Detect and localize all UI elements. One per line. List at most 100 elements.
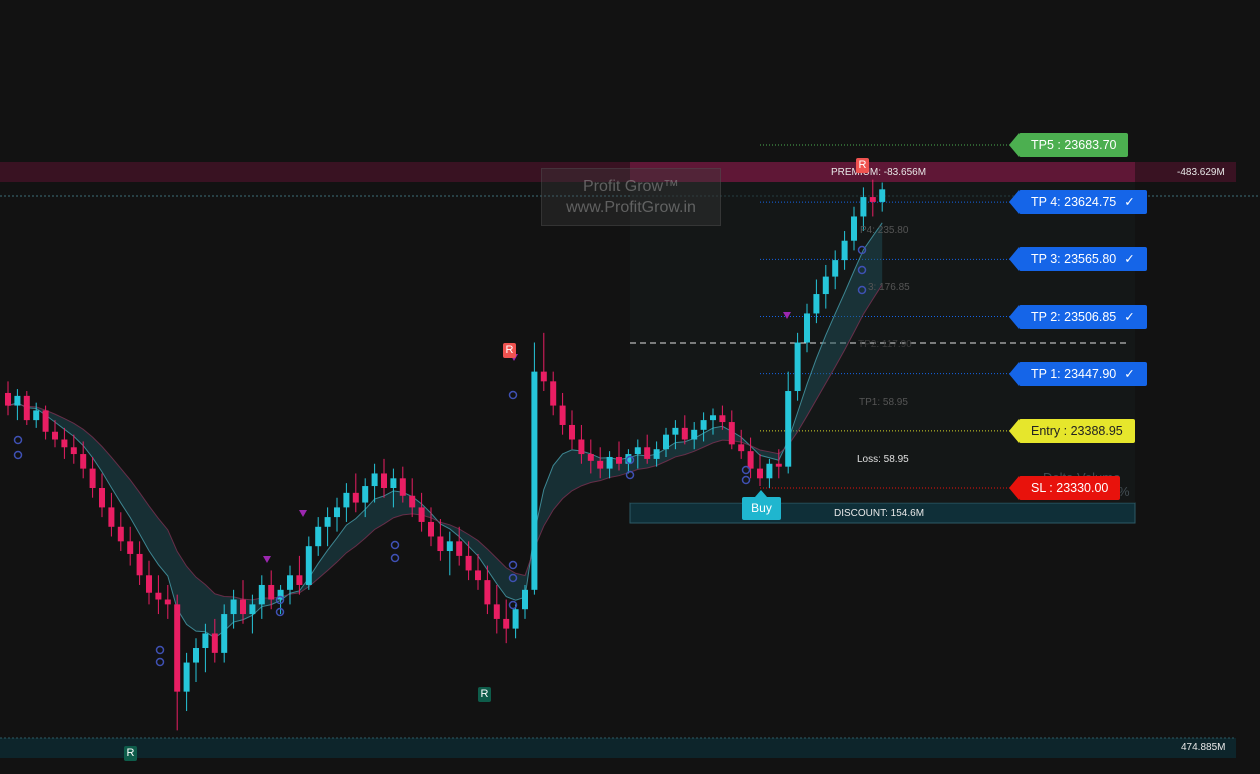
candle-body: [540, 371, 547, 382]
candle-body: [52, 431, 58, 440]
candle-body: [851, 216, 857, 241]
candle-body: [869, 197, 876, 202]
tp3-label[interactable]: TP 3: 23565.80 ✓: [1009, 247, 1147, 271]
candle-body: [559, 405, 566, 425]
tp4-label[interactable]: TP 4: 23624.75 ✓: [1009, 190, 1147, 214]
watermark: Profit Grow™ www.ProfitGrow.in: [541, 168, 721, 226]
candle-body: [587, 454, 594, 461]
entry-text: Entry : 23388.95: [1031, 424, 1123, 438]
candle-body: [193, 648, 199, 663]
buy-signal[interactable]: Buy: [742, 490, 781, 520]
candle-body: [672, 427, 679, 435]
signal-circle: [155, 645, 165, 655]
tp2-text: TP 2: 23506.85: [1031, 310, 1117, 324]
candle-body: [456, 541, 463, 556]
candle-body: [42, 410, 49, 432]
candle-body: [117, 526, 124, 542]
candle-body: [728, 422, 735, 445]
candle-body: [5, 392, 11, 406]
signal-circle: [390, 540, 400, 550]
candle-body: [80, 454, 87, 469]
candle-body: [757, 468, 763, 479]
premium-zone-label: PREMIUM: -83.656M: [831, 167, 927, 178]
candle-body: [465, 555, 472, 571]
tp4-text: TP 4: 23624.75: [1031, 195, 1117, 209]
candle-body: [174, 604, 181, 692]
candle-body: [315, 526, 322, 547]
signal-circle: [508, 560, 518, 570]
mini-label-tp2: TP2: 117.90: [858, 339, 912, 350]
candle-body: [738, 444, 745, 452]
tp2-check-icon: ✓: [1124, 310, 1135, 324]
tp5-label[interactable]: TP5 : 23683.70: [1008, 133, 1129, 157]
candle-body: [522, 589, 528, 610]
candle-body: [164, 599, 171, 605]
discount-band: [0, 738, 1236, 758]
reversal-badge-top-1: R: [503, 343, 516, 358]
tp2-label[interactable]: TP 2: 23506.85 ✓: [1009, 305, 1147, 329]
candle-body: [804, 313, 810, 343]
candle-body: [409, 495, 416, 508]
candle-body: [362, 486, 369, 503]
candle-body: [663, 434, 669, 450]
candle-body: [710, 415, 716, 421]
candle-body: [89, 468, 96, 488]
candle-body: [211, 633, 218, 653]
candle-body: [70, 447, 77, 455]
candle-body: [832, 260, 839, 277]
entry-label[interactable]: Entry : 23388.95: [1009, 419, 1135, 443]
tp1-text: TP 1: 23447.90: [1031, 367, 1117, 381]
candle-body: [597, 460, 604, 469]
candle-body: [691, 429, 698, 440]
candle-body: [324, 517, 331, 527]
candle-body: [644, 447, 651, 459]
candle-body: [512, 609, 519, 629]
watermark-line2: www.ProfitGrow.in: [566, 199, 696, 216]
reversal-badge-bottom-1: R: [478, 687, 491, 702]
signal-circle: [390, 553, 400, 563]
tp1-check-icon: ✓: [1124, 367, 1135, 381]
candle-body: [428, 521, 434, 537]
candle-body: [681, 427, 688, 440]
discount-zone-label: DISCOUNT: 154.6M: [834, 508, 925, 519]
candle-body: [33, 410, 40, 421]
candle-body: [14, 395, 21, 406]
candle-body: [305, 546, 312, 585]
candle-body: [202, 633, 209, 649]
candle-body: [794, 342, 801, 392]
tp4-check-icon: ✓: [1124, 195, 1135, 209]
candle-body: [249, 604, 256, 615]
candle-body: [860, 197, 867, 217]
candle-body: [352, 492, 359, 503]
mini-label-tp4: P4: 235.80: [860, 225, 909, 236]
tp1-label[interactable]: TP 1: 23447.90 ✓: [1009, 362, 1147, 386]
candle-body: [230, 599, 237, 615]
candle-body: [258, 584, 265, 605]
candle-body: [136, 553, 143, 576]
candle-body: [287, 575, 293, 590]
candle-body: [531, 371, 538, 590]
price-chart[interactable]: [0, 0, 1260, 774]
candle-body: [578, 439, 585, 455]
candle-body: [747, 451, 754, 469]
triangle-marker: [299, 510, 307, 517]
candle-body: [108, 507, 115, 527]
triangle-marker: [263, 556, 271, 563]
sl-label[interactable]: SL : 23330.00: [1008, 476, 1121, 500]
tp3-check-icon: ✓: [1124, 252, 1135, 266]
candle-body: [127, 541, 134, 554]
candle-body: [221, 614, 228, 653]
candle-body: [99, 488, 105, 508]
candle-body: [841, 240, 848, 261]
mini-label-loss: Loss: 58.95: [857, 454, 909, 465]
candle-body: [437, 536, 444, 552]
candle-body: [493, 604, 500, 619]
mini-label-tp3: 3: 176.85: [868, 282, 910, 293]
candle-body: [475, 570, 481, 581]
top-band-value: -483.629M: [1177, 167, 1225, 178]
candle-body: [775, 463, 782, 467]
candle-body: [390, 478, 397, 488]
signal-circle: [508, 390, 518, 400]
candle-body: [381, 473, 387, 488]
tp3-text: TP 3: 23565.80: [1031, 252, 1117, 266]
